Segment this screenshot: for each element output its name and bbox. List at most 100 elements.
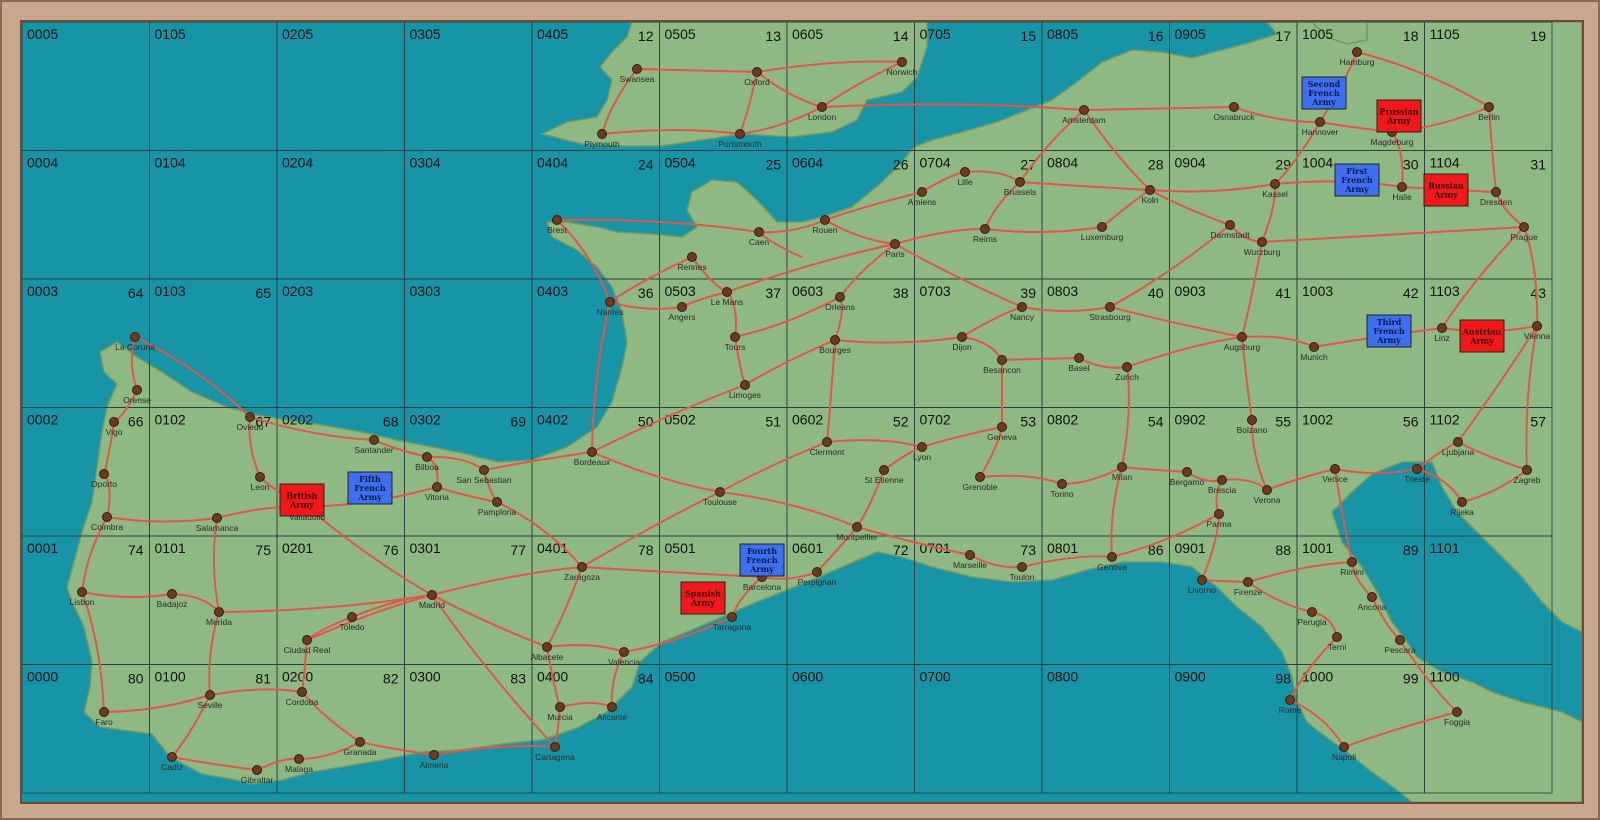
city-marker-icon (1270, 179, 1280, 189)
area-number: 15 (1020, 28, 1036, 44)
city-label: Prague (1510, 232, 1538, 242)
grid-cell-id: 1103 (1430, 283, 1460, 299)
city-label: Albacete (530, 652, 563, 662)
unit-label: Army (1433, 190, 1458, 200)
city-marker-icon (1107, 552, 1117, 562)
city-marker-icon (297, 687, 307, 697)
city-marker-icon (607, 702, 617, 712)
grid-cell-id: 0904 (1175, 155, 1206, 171)
area-number: 12 (638, 28, 654, 44)
city-marker-icon (1307, 607, 1317, 617)
city-label: Genova (1097, 562, 1127, 572)
area-number: 37 (765, 285, 781, 301)
area-number: 68 (383, 414, 399, 430)
city-label: Pamplona (478, 507, 517, 517)
city-marker-icon (492, 497, 502, 507)
grid-cell-id: 0302 (410, 412, 441, 428)
unit-label: Army (1469, 336, 1494, 346)
city-label: Oviedo (237, 422, 264, 432)
british-army[interactable]: BritishArmy (279, 483, 325, 517)
city-marker-icon (130, 332, 140, 342)
russian-army[interactable]: RussianArmy (1423, 173, 1469, 207)
city-label: Munich (1300, 352, 1328, 362)
city-label: Merida (206, 617, 232, 627)
city-label: Le Mans (711, 297, 744, 307)
spanish-army[interactable]: SpanishArmy (680, 581, 726, 615)
grid-cell-id: 0905 (1175, 26, 1206, 42)
fifth-french-army[interactable]: FifthFrenchArmy (347, 471, 393, 505)
grid-cell-id: 0100 (155, 669, 186, 685)
area-number: 73 (1020, 542, 1036, 558)
grid-cell-id: 0502 (665, 412, 696, 428)
city-label: La Coruna (115, 342, 155, 352)
area-number: 29 (1275, 157, 1291, 173)
city-label: Clermont (810, 447, 845, 457)
grid-cell-id: 0803 (1047, 283, 1078, 299)
grid-cell-id: 0301 (410, 540, 441, 556)
city-label: Vigo (106, 427, 123, 437)
grid-cell-id: 0005 (27, 26, 58, 42)
city-marker-icon (1412, 464, 1422, 474)
city-marker-icon (1247, 415, 1257, 425)
city-marker-icon (99, 469, 109, 479)
city-label: Vitoria (425, 492, 449, 502)
city-label: Orleans (825, 302, 855, 312)
area-number: 26 (893, 157, 909, 173)
area-number: 30 (1403, 157, 1419, 173)
grid-cell-id: 0703 (920, 283, 951, 299)
city-marker-icon (1225, 220, 1235, 230)
city-label: Nantes (597, 307, 624, 317)
city-label: Osnabruck (1213, 112, 1255, 122)
city-label: San Sebastian (456, 475, 512, 485)
area-number: 64 (128, 285, 144, 301)
grid-cell-id: 0902 (1175, 412, 1206, 428)
area-number: 78 (638, 542, 654, 558)
area-number: 99 (1403, 671, 1419, 687)
area-number: 74 (128, 542, 144, 558)
area-number: 57 (1530, 414, 1546, 430)
grid-cell-id: 0003 (27, 283, 58, 299)
area-number: 16 (1148, 28, 1164, 44)
austrian-army[interactable]: AustrianArmy (1459, 319, 1505, 353)
grid-cell-id: 0104 (155, 155, 186, 171)
grid-cell-id: 0201 (282, 540, 313, 556)
fourth-french-army[interactable]: FourthFrenchArmy (739, 543, 785, 577)
city-marker-icon (715, 487, 725, 497)
grid-cell-id: 0405 (537, 26, 568, 42)
area-number: 81 (255, 671, 271, 687)
city-marker-icon (820, 215, 830, 225)
city-label: Brussels (1004, 187, 1037, 197)
city-label: Coimbra (91, 522, 123, 532)
grid-cell-id: 0601 (792, 540, 823, 556)
city-label: Limoges (729, 390, 761, 400)
city-label: Zagreb (1514, 475, 1541, 485)
city-marker-icon (132, 385, 142, 395)
city-marker-icon (830, 335, 840, 345)
city-label: Halle (1392, 192, 1412, 202)
second-french-army[interactable]: SecondFrenchArmy (1301, 76, 1347, 110)
grid-cell-id: 1100 (1430, 669, 1460, 685)
city-label: Firenze (1234, 587, 1263, 597)
city-label: Swansea (620, 74, 655, 84)
city-label: Linz (1434, 333, 1450, 343)
grid-cell-id: 0101 (155, 540, 186, 556)
area-number: 66 (128, 414, 144, 430)
grid-cell-id: 0603 (792, 283, 823, 299)
europe-map: 0005 0105 0205 0305 0405 12 0505 13 0605 14 0705 15… (22, 22, 1582, 802)
city-label: Almeria (420, 760, 449, 770)
area-number: 72 (893, 542, 909, 558)
prussian-army[interactable]: PrussianArmy (1376, 99, 1422, 133)
city-marker-icon (722, 287, 732, 297)
city-label: Amiens (908, 197, 936, 207)
first-french-army[interactable]: FirstFrenchArmy (1334, 163, 1380, 197)
area-number: 75 (255, 542, 271, 558)
city-label: Basel (1068, 363, 1089, 373)
grid-cell-id: 0503 (665, 283, 696, 299)
unit-label: Army (1344, 184, 1369, 194)
grid-cell-id: 0303 (410, 283, 441, 299)
city-marker-icon (1367, 592, 1377, 602)
city-label: Luxemburg (1081, 232, 1124, 242)
area-number: 31 (1530, 157, 1546, 173)
city-marker-icon (960, 167, 970, 177)
third-french-army[interactable]: ThirdFrenchArmy (1366, 314, 1412, 348)
